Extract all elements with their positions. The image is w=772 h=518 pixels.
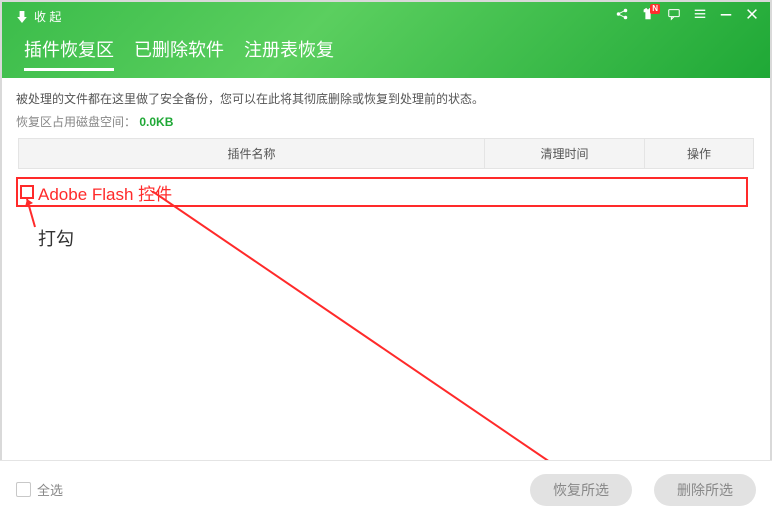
collapse-label: 收 起	[34, 8, 61, 25]
tab-registry-restore[interactable]: 注册表恢复	[244, 36, 334, 71]
notification-badge: N	[650, 4, 660, 14]
select-all-label: 全选	[37, 480, 63, 499]
table-row[interactable]: Adobe Flash 控件	[16, 177, 748, 207]
menu-icon[interactable]	[692, 6, 708, 22]
row-checkbox[interactable]	[20, 185, 34, 199]
info-strip: 被处理的文件都在这里做了安全备份，您可以在此将其彻底删除或恢复到处理前的状态。 …	[0, 78, 772, 173]
annotation-arrow-restore	[152, 191, 592, 491]
footer-buttons: 恢复所选 删除所选	[530, 474, 756, 506]
app-header: 收 起 N 插件恢复区 已删除软件 注册表恢复	[0, 0, 772, 78]
arrow-down-icon	[16, 11, 28, 23]
minimize-icon[interactable]	[718, 6, 734, 22]
footer-bar: 全选 恢复所选 删除所选	[0, 460, 772, 518]
delete-selected-button[interactable]: 删除所选	[654, 474, 756, 506]
collapse-button[interactable]: 收 起	[16, 8, 61, 25]
tab-deleted-software[interactable]: 已删除软件	[134, 36, 224, 71]
select-all-checkbox[interactable]	[16, 482, 31, 497]
list-area: Adobe Flash 控件 打勾	[0, 173, 772, 503]
feedback-icon[interactable]	[666, 6, 682, 22]
window-controls: N	[614, 6, 760, 22]
col-header-time: 清理时间	[484, 139, 644, 168]
disk-size-value: 0.0KB	[139, 115, 173, 129]
info-description: 被处理的文件都在这里做了安全备份，您可以在此将其彻底删除或恢复到处理前的状态。	[16, 90, 756, 107]
col-header-name: 插件名称	[19, 139, 484, 168]
col-header-action: 操作	[644, 139, 753, 168]
disk-label: 恢复区占用磁盘空间：	[16, 115, 136, 129]
table-header: 插件名称 清理时间 操作	[18, 138, 754, 169]
row-plugin-name: Adobe Flash 控件	[38, 180, 172, 205]
annotation-label-check: 打勾	[38, 225, 74, 251]
tab-bar: 插件恢复区 已删除软件 注册表恢复	[24, 36, 334, 71]
disk-usage-line: 恢复区占用磁盘空间： 0.0KB	[16, 113, 756, 130]
select-all[interactable]: 全选	[16, 480, 63, 499]
skin-icon[interactable]: N	[640, 6, 656, 22]
tab-plugin-restore[interactable]: 插件恢复区	[24, 36, 114, 71]
close-icon[interactable]	[744, 6, 760, 22]
share-icon[interactable]	[614, 6, 630, 22]
restore-selected-button[interactable]: 恢复所选	[530, 474, 632, 506]
